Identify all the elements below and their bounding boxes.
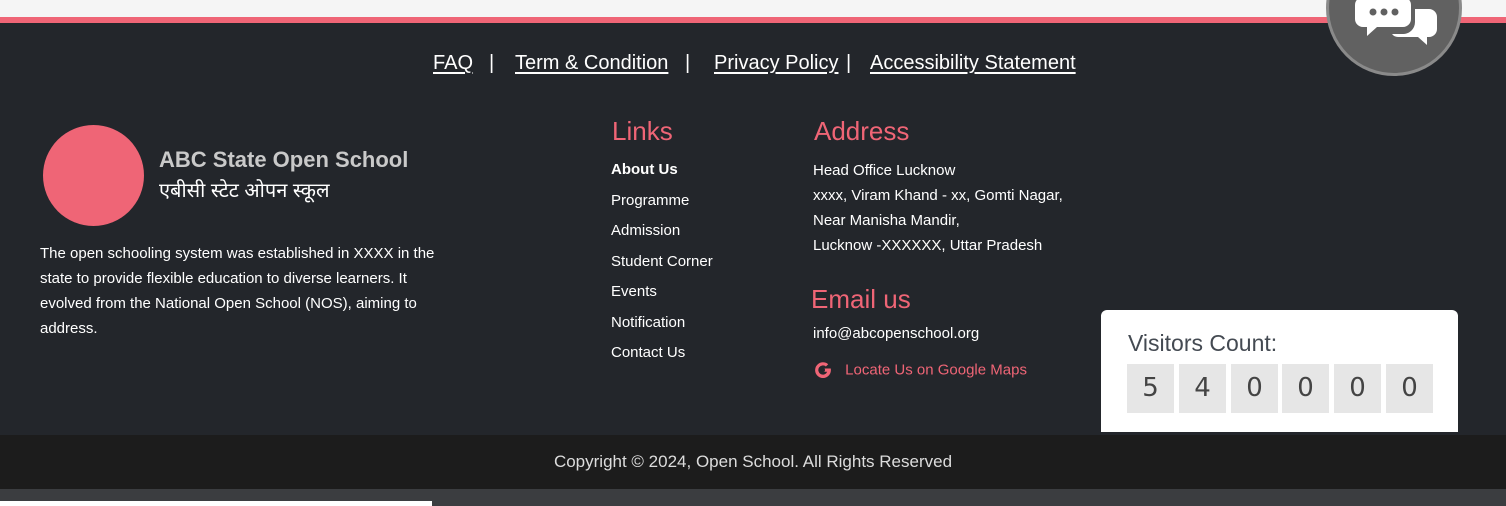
address-line: Head Office Lucknow: [813, 162, 956, 179]
visitor-digit: 5: [1127, 364, 1174, 413]
google-maps-label: Locate Us on Google Maps: [845, 361, 1027, 379]
link-programme[interactable]: Programme: [611, 189, 713, 220]
link-student-corner[interactable]: Student Corner: [611, 250, 713, 281]
copyright-text: Copyright © 2024, Open School. All Right…: [553, 452, 953, 471]
visitor-digit: 0: [1282, 364, 1329, 413]
school-logo: [43, 125, 144, 226]
address-heading: Address: [814, 116, 910, 146]
horizontal-scrollbar[interactable]: [0, 489, 1506, 506]
address-line: Lucknow -XXXXXX, Uttar Pradesh: [813, 237, 1043, 254]
link-notification[interactable]: Notification: [611, 311, 713, 342]
school-about-text: The open schooling system was establishe…: [40, 245, 435, 337]
privacy-policy-link[interactable]: Privacy Policy: [714, 52, 838, 75]
chat-bubbles-icon: [1355, 0, 1437, 45]
link-contact-us[interactable]: Contact Us: [611, 341, 713, 372]
links-heading: Links: [612, 116, 673, 146]
accessibility-statement-link[interactable]: Accessibility Statement: [870, 52, 1076, 75]
visitor-digit: 4: [1179, 364, 1226, 413]
visitor-digit: 0: [1386, 364, 1433, 413]
visitor-digit: 0: [1334, 364, 1381, 413]
school-name-hindi: एबीसी स्टेट ओपन स्कूल: [159, 180, 330, 202]
nav-separator: |: [846, 52, 852, 74]
visitor-digit: 0: [1231, 364, 1278, 413]
address-block: Head Office Lucknow xxxx, Viram Khand - …: [813, 158, 1063, 258]
faq-link[interactable]: FAQ: [433, 52, 473, 75]
links-list: About Us Programme Admission Student Cor…: [611, 158, 713, 372]
email-address[interactable]: info@abcopenschool.org: [813, 325, 979, 342]
link-admission[interactable]: Admission: [611, 219, 713, 250]
terms-link[interactable]: Term & Condition: [515, 52, 668, 75]
visitors-counter: Visitors Count: 5 4 0 0 0 0: [1101, 310, 1458, 432]
link-about-us[interactable]: About Us: [611, 158, 713, 189]
nav-separator: |: [685, 52, 691, 74]
address-line: Near Manisha Mandir,: [813, 212, 960, 229]
copyright-bar: Copyright © 2024, Open School. All Right…: [0, 435, 1506, 489]
google-maps-link[interactable]: Locate Us on Google Maps: [813, 360, 1027, 380]
email-heading: Email us: [811, 284, 911, 314]
scrollbar-thumb[interactable]: [0, 501, 432, 506]
page-top-strip: [0, 0, 1506, 17]
visitors-label: Visitors Count:: [1128, 330, 1278, 356]
address-line: xxxx, Viram Khand - xx, Gomti Nagar,: [813, 187, 1063, 204]
link-events[interactable]: Events: [611, 280, 713, 311]
school-name-english: ABC State Open School: [159, 147, 409, 172]
footer-nav: FAQ | Term & Condition | Privacy Policy …: [0, 52, 1506, 82]
google-icon: [815, 362, 831, 379]
nav-separator: |: [489, 52, 495, 74]
